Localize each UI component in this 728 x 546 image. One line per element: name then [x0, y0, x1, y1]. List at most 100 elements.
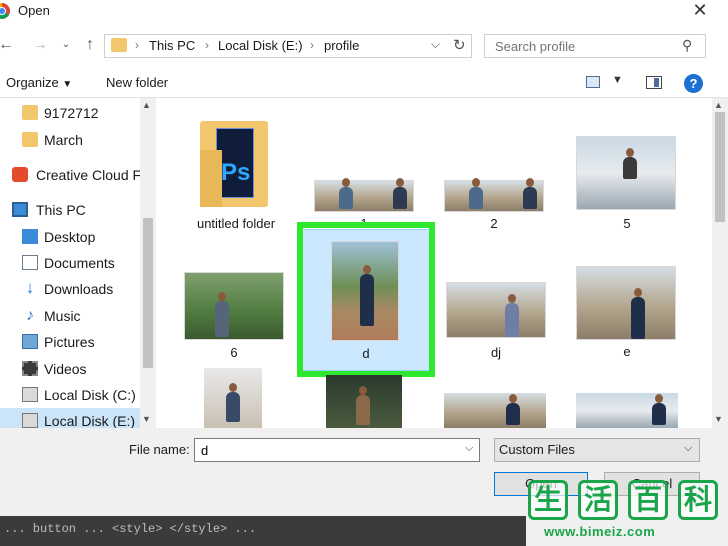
person-figure	[469, 178, 483, 209]
image-thumbnail	[576, 266, 676, 340]
breadcrumb-local-disk-e[interactable]: Local Disk (E:)	[218, 38, 303, 53]
image-thumbnail	[444, 178, 544, 212]
image-thumbnail	[314, 178, 414, 212]
file-tile-e[interactable]: e	[574, 264, 680, 362]
downloads-icon: ↓	[25, 278, 35, 297]
creative-cloud-icon	[12, 167, 28, 182]
search-icon[interactable]: ⚲	[682, 37, 692, 54]
person-figure	[652, 394, 666, 425]
refresh-icon[interactable]: ↻	[453, 36, 466, 54]
file-name-combobox[interactable]: ⌵	[194, 438, 480, 462]
chevron-right-icon: ›	[135, 38, 139, 52]
watermark: 生 活 百 科 www.bimeiz.com	[526, 480, 728, 546]
pictures-icon	[22, 334, 38, 349]
folder-icon	[22, 132, 38, 147]
back-arrow-icon[interactable]: ←	[0, 34, 16, 56]
watermark-url: www.bimeiz.com	[544, 524, 656, 539]
file-name: 6	[230, 345, 238, 360]
image-thumbnail	[576, 136, 676, 210]
scroll-up-arrow-icon[interactable]: ▲	[714, 100, 723, 110]
sidebar-item-videos[interactable]: Videos	[0, 356, 140, 382]
forward-arrow-icon[interactable]: →	[30, 34, 50, 56]
help-icon[interactable]: ?	[684, 74, 703, 93]
organize-button[interactable]: Organize ▼	[6, 75, 72, 90]
drive-icon	[22, 387, 38, 402]
close-icon[interactable]: ✕	[688, 0, 712, 22]
sidebar-item-local-disk-c[interactable]: Local Disk (C:)	[0, 382, 140, 408]
sidebar-item-9172712[interactable]: 9172712	[0, 100, 140, 126]
selection-highlight-frame	[297, 222, 435, 377]
file-tile-6[interactable]: 6	[182, 270, 286, 362]
file-type-select[interactable]: Custom Files ⌵	[494, 438, 700, 462]
image-thumbnail[interactable]	[444, 393, 546, 428]
file-name: e	[623, 344, 631, 359]
search-input[interactable]	[493, 38, 677, 55]
sidebar-item-creative-cloud[interactable]: Creative Cloud Fil	[0, 162, 147, 188]
image-thumbnail[interactable]	[204, 368, 262, 428]
sidebar-scrollbar-thumb[interactable]	[143, 218, 153, 368]
file-type-value: Custom Files	[499, 442, 575, 457]
caret-down-icon[interactable]: ▼	[612, 74, 623, 86]
file-name-label: File name:	[129, 442, 190, 457]
watermark-char: 生	[528, 480, 568, 520]
new-folder-button[interactable]: New folder	[106, 75, 168, 90]
sidebar-item-this-pc[interactable]: This PC	[0, 197, 140, 223]
chevron-down-icon[interactable]: ⌵	[684, 442, 692, 455]
address-bar[interactable]: › This PC › Local Disk (E:) › profile ⌵ …	[104, 34, 472, 58]
person-figure	[339, 178, 353, 209]
sidebar-item-local-disk-e[interactable]: Local Disk (E:)	[0, 408, 140, 428]
recent-locations-chevron-icon[interactable]: ⌄	[56, 34, 76, 56]
folder-icon	[22, 105, 38, 120]
file-name: dj	[490, 345, 502, 360]
image-thumbnail[interactable]	[326, 375, 402, 428]
person-figure	[215, 292, 229, 337]
watermark-char: 活	[578, 480, 618, 520]
file-tile-5[interactable]: 5	[574, 134, 680, 234]
file-list-scrollbar-thumb[interactable]	[715, 112, 725, 222]
chevron-right-icon: ›	[205, 38, 209, 52]
documents-icon	[22, 255, 38, 270]
image-thumbnail[interactable]	[576, 393, 678, 428]
scroll-down-arrow-icon[interactable]: ▼	[714, 414, 723, 424]
folder-icon	[111, 38, 127, 52]
breadcrumb-this-pc[interactable]: This PC	[149, 38, 195, 53]
chevron-down-icon[interactable]: ⌵	[465, 442, 473, 455]
sidebar-item-music[interactable]: ♪ Music	[0, 303, 140, 329]
sidebar-item-pictures[interactable]: Pictures	[0, 329, 140, 355]
sidebar-item-downloads[interactable]: ↓ Downloads	[0, 276, 140, 302]
file-name: untitled folder	[196, 216, 276, 231]
scroll-down-arrow-icon[interactable]: ▼	[142, 414, 151, 424]
up-arrow-icon[interactable]: ↑	[80, 34, 100, 56]
search-box[interactable]: ⚲	[484, 34, 706, 58]
change-view-icon[interactable]	[586, 76, 600, 88]
desktop-icon	[22, 229, 38, 244]
toolbar: Organize ▼ New folder ▼ ?	[0, 68, 728, 98]
sidebar-item-desktop[interactable]: Desktop	[0, 224, 140, 250]
chevron-down-icon[interactable]: ⌵	[431, 37, 440, 52]
caret-down-icon: ▼	[62, 79, 73, 90]
file-name: 2	[490, 216, 498, 231]
sidebar-item-march[interactable]: March	[0, 127, 140, 153]
image-thumbnail	[184, 272, 284, 340]
preview-pane-icon[interactable]	[646, 76, 662, 89]
file-tile-dj[interactable]: dj	[444, 280, 548, 362]
breadcrumb-profile[interactable]: profile	[324, 38, 359, 53]
drive-icon	[22, 413, 38, 428]
person-figure	[631, 288, 645, 339]
scroll-up-arrow-icon[interactable]: ▲	[142, 100, 151, 110]
title-bar: Open ✕	[0, 0, 728, 24]
person-figure	[623, 148, 637, 179]
chrome-icon	[0, 3, 10, 19]
file-name-input[interactable]	[199, 442, 453, 459]
watermark-char: 百	[628, 480, 668, 520]
computer-icon	[12, 202, 28, 217]
person-figure	[506, 394, 520, 425]
person-figure	[226, 383, 240, 422]
sidebar-item-documents[interactable]: Documents	[0, 250, 140, 276]
videos-icon	[22, 361, 38, 376]
file-tile-2[interactable]: 2	[442, 176, 546, 234]
person-figure	[523, 178, 537, 209]
organize-label: Organize	[6, 75, 59, 90]
image-thumbnail	[446, 282, 546, 338]
watermark-char: 科	[678, 480, 718, 520]
